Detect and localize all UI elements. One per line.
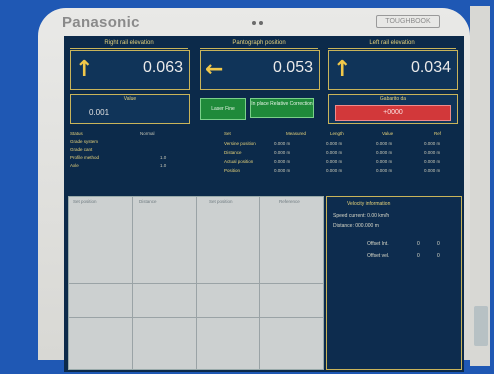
header-pantograph: Pantograph position bbox=[200, 38, 318, 49]
table-cell: Versine position bbox=[224, 141, 256, 146]
table-cell: Position bbox=[224, 168, 241, 173]
gauge-box: Gabarito da +0000 bbox=[328, 94, 458, 124]
table-cell: 0.000 m bbox=[424, 141, 441, 146]
table-cell: 0.000 m bbox=[424, 159, 441, 164]
table-cell: Actual position bbox=[224, 159, 254, 164]
offset-label: Offset Int. bbox=[367, 241, 389, 247]
value-box[interactable]: Value 0.001 bbox=[70, 94, 190, 124]
panel-left-rail: ↑ 0.034 bbox=[328, 50, 458, 90]
value-readout: 0.001 bbox=[89, 108, 110, 117]
table-left-value: 1.0 bbox=[160, 155, 167, 160]
table-left-value: 1.0 bbox=[160, 163, 167, 168]
offset-value[interactable]: 0 bbox=[417, 241, 420, 247]
offset-value[interactable]: 0 bbox=[437, 241, 440, 247]
model-label: TOUGHBOOK bbox=[376, 15, 440, 28]
arrow-up-icon: ↑ bbox=[333, 57, 352, 82]
chart-header: Set position bbox=[209, 199, 233, 204]
table-cell: 0.000 m bbox=[274, 141, 291, 146]
value-label: Value bbox=[123, 96, 137, 102]
table-cell: Distance bbox=[224, 150, 242, 155]
arrow-up-icon: ↑ bbox=[75, 57, 94, 82]
velocity-title: Velocity information bbox=[347, 201, 391, 207]
side-strip bbox=[474, 306, 488, 346]
chart-gridline bbox=[69, 317, 323, 318]
chart-header: Reference bbox=[279, 199, 300, 204]
gauge-label: Gabarito da bbox=[379, 96, 407, 102]
offset-value[interactable]: 0 bbox=[437, 253, 440, 259]
table-left-label: Status bbox=[70, 131, 83, 136]
table-cell: 0.000 m bbox=[376, 150, 393, 155]
camera-icon bbox=[252, 12, 272, 25]
table-cell: 0.000 m bbox=[376, 159, 393, 164]
table-header-cell: Ref bbox=[434, 131, 442, 136]
table-cell: 0.000 m bbox=[376, 168, 393, 173]
header-right-rail: Right rail elevation bbox=[70, 38, 188, 49]
chart-header: Distance bbox=[139, 199, 157, 204]
velocity-panel: Velocity information Speed current: 0.00… bbox=[326, 196, 462, 370]
table-left-label: Profile method bbox=[70, 155, 100, 160]
panel-pantograph: ← 0.053 bbox=[200, 50, 320, 90]
measurement-table: Status Grade system Grade cant Profile m… bbox=[64, 130, 464, 188]
table-cell: 0.000 m bbox=[326, 159, 343, 164]
table-cell: 0.000 m bbox=[326, 150, 343, 155]
header-row: Right rail elevation Pantograph position… bbox=[64, 38, 464, 50]
table-cell: 0.000 m bbox=[424, 150, 441, 155]
pantograph-value: 0.053 bbox=[272, 59, 313, 76]
table-left-label: Grade cant bbox=[70, 147, 93, 152]
table-cell: 0.000 m bbox=[376, 141, 393, 146]
left-rail-value: 0.034 bbox=[410, 59, 451, 76]
device-side bbox=[470, 6, 490, 366]
relative-correction-button[interactable]: In place Relative Correction bbox=[250, 98, 314, 118]
control-row: Value 0.001 Laser Fine In place Relative… bbox=[64, 94, 464, 124]
panel-right-rail: ↑ 0.063 bbox=[70, 50, 190, 90]
offset-label: Offset vel. bbox=[367, 253, 390, 259]
table-left-value: Normal bbox=[140, 131, 155, 136]
offset-value[interactable]: 0 bbox=[417, 253, 420, 259]
table-cell: 0.000 m bbox=[274, 168, 291, 173]
arrow-left-icon: ← bbox=[205, 57, 224, 82]
right-rail-value: 0.063 bbox=[142, 59, 183, 76]
device-frame: Panasonic TOUGHBOOK Right rail elevation… bbox=[8, 6, 490, 372]
velocity-line: Distance: 000.000 m bbox=[333, 223, 379, 229]
chart-header: Set position bbox=[73, 199, 97, 204]
table-left-label: Axle bbox=[70, 163, 79, 168]
table-left-label: Grade system bbox=[70, 139, 99, 144]
table-cell: 0.000 m bbox=[274, 159, 291, 164]
table-header-cell: Measured bbox=[286, 131, 307, 136]
table-cell: 0.000 m bbox=[326, 168, 343, 173]
measurement-chart[interactable]: Set position Distance Set position Refer… bbox=[68, 196, 324, 370]
brand-logo: Panasonic bbox=[62, 14, 140, 31]
table-header-cell: Set bbox=[224, 131, 231, 136]
table-cell: 0.000 m bbox=[326, 141, 343, 146]
velocity-line: Speed current: 0.00 km/h bbox=[333, 213, 390, 219]
header-left-rail: Left rail elevation bbox=[328, 38, 456, 49]
laser-fine-button[interactable]: Laser Fine bbox=[200, 98, 246, 120]
table-cell: 0.000 m bbox=[274, 150, 291, 155]
table-header-cell: Value bbox=[382, 131, 394, 136]
screen: Right rail elevation Pantograph position… bbox=[64, 36, 464, 372]
table-cell: 0.000 m bbox=[424, 168, 441, 173]
gauge-value-button[interactable]: +0000 bbox=[335, 105, 451, 121]
table-header-cell: Length bbox=[330, 131, 344, 136]
chart-gridline bbox=[69, 283, 323, 284]
